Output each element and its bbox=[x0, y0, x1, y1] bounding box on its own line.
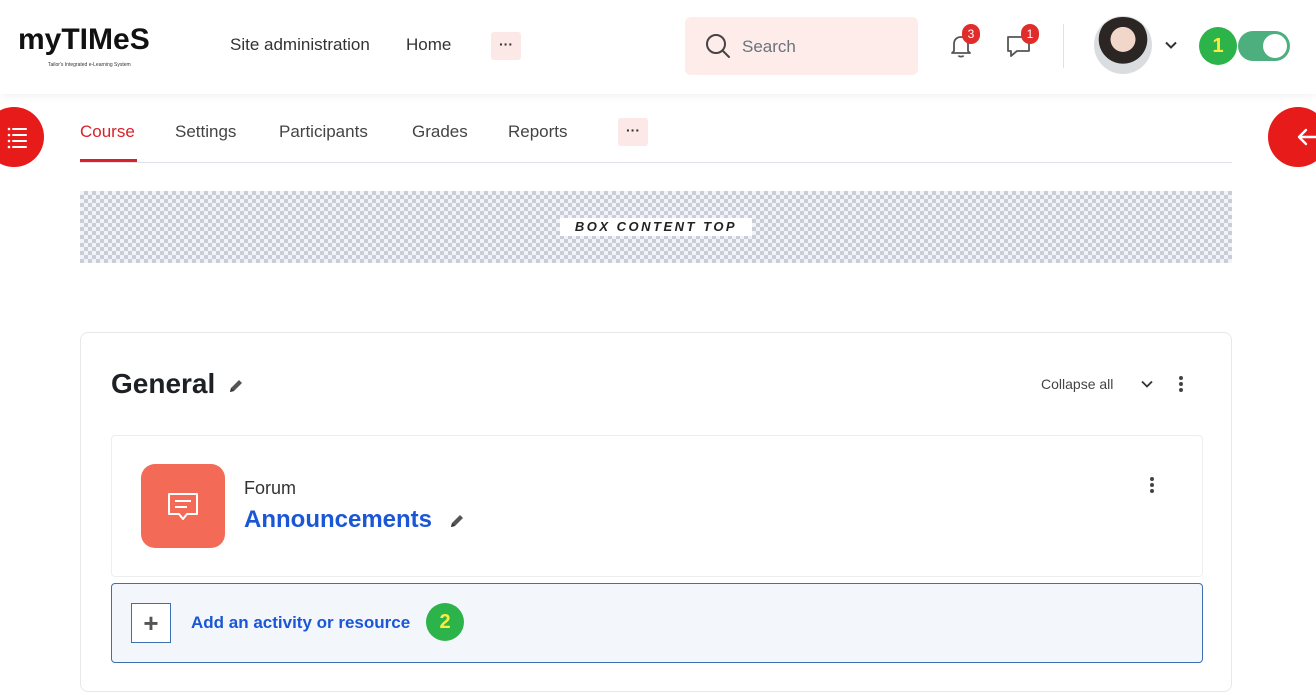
nav-site-administration[interactable]: Site administration bbox=[230, 35, 370, 55]
add-activity-button[interactable]: + Add an activity or resource 2 bbox=[111, 583, 1203, 663]
notifications-button[interactable]: 3 bbox=[946, 24, 980, 61]
messages-button[interactable]: 1 bbox=[1004, 24, 1039, 61]
logo-subtitle: Tailor's Integrated e-Learning System bbox=[48, 62, 131, 68]
search-placeholder: Search bbox=[742, 37, 796, 56]
user-menu-chevron-down-icon[interactable] bbox=[1164, 38, 1178, 52]
open-block-drawer-button[interactable] bbox=[1268, 107, 1316, 167]
forum-icon[interactable] bbox=[141, 464, 225, 548]
tab-reports[interactable]: Reports bbox=[508, 122, 568, 142]
logo-text: myTIMeS bbox=[18, 23, 150, 56]
navbar-divider bbox=[1063, 24, 1064, 68]
search-icon bbox=[706, 34, 730, 58]
chevron-down-icon[interactable] bbox=[1140, 377, 1154, 391]
course-section-general: General Collapse all Forum Announcements… bbox=[80, 332, 1232, 692]
edit-section-title-pencil-icon[interactable] bbox=[228, 378, 244, 394]
notifications-badge: 3 bbox=[962, 24, 980, 44]
nav-more-button[interactable]: ··· bbox=[491, 32, 521, 60]
step-marker-2: 2 bbox=[426, 603, 464, 641]
tab-settings[interactable]: Settings bbox=[175, 122, 236, 142]
user-avatar[interactable] bbox=[1094, 16, 1152, 74]
search-box[interactable]: Search bbox=[685, 17, 918, 75]
open-course-index-button[interactable] bbox=[0, 107, 44, 167]
box-content-top-label: BOX CONTENT TOP bbox=[560, 218, 752, 236]
plus-icon: + bbox=[131, 603, 171, 643]
site-logo[interactable]: myTIMeS Tailor's Integrated e-Learning S… bbox=[18, 22, 178, 72]
add-activity-label: Add an activity or resource bbox=[191, 613, 411, 632]
edit-mode-toggle[interactable] bbox=[1238, 31, 1290, 61]
edit-activity-name-pencil-icon[interactable] bbox=[449, 513, 465, 529]
top-navbar: myTIMeS Tailor's Integrated e-Learning S… bbox=[0, 0, 1316, 94]
collapse-all-link[interactable]: Collapse all bbox=[1041, 376, 1113, 392]
step-marker-1: 1 bbox=[1199, 27, 1237, 65]
tab-participants[interactable]: Participants bbox=[279, 122, 368, 142]
tab-grades[interactable]: Grades bbox=[412, 122, 468, 142]
toggle-knob bbox=[1263, 34, 1287, 58]
active-tab-underline bbox=[80, 159, 137, 162]
section-title: General bbox=[111, 368, 216, 399]
tabs-more-button[interactable]: ··· bbox=[618, 118, 648, 146]
nav-home[interactable]: Home bbox=[406, 35, 451, 55]
arrow-left-icon bbox=[1297, 128, 1316, 146]
course-tabs: Course Settings Participants Grades Repo… bbox=[80, 100, 1232, 163]
activity-type-label: Forum bbox=[244, 478, 297, 498]
activity-item-forum: Forum Announcements bbox=[111, 435, 1203, 577]
box-content-top: BOX CONTENT TOP bbox=[80, 191, 1232, 263]
section-actions-kebab-icon[interactable] bbox=[1178, 376, 1184, 394]
messages-badge: 1 bbox=[1021, 24, 1039, 44]
list-icon bbox=[7, 127, 27, 149]
activity-actions-kebab-icon[interactable] bbox=[1149, 477, 1155, 495]
tab-course[interactable]: Course bbox=[80, 122, 135, 142]
activity-name-link[interactable]: Announcements bbox=[244, 506, 432, 534]
